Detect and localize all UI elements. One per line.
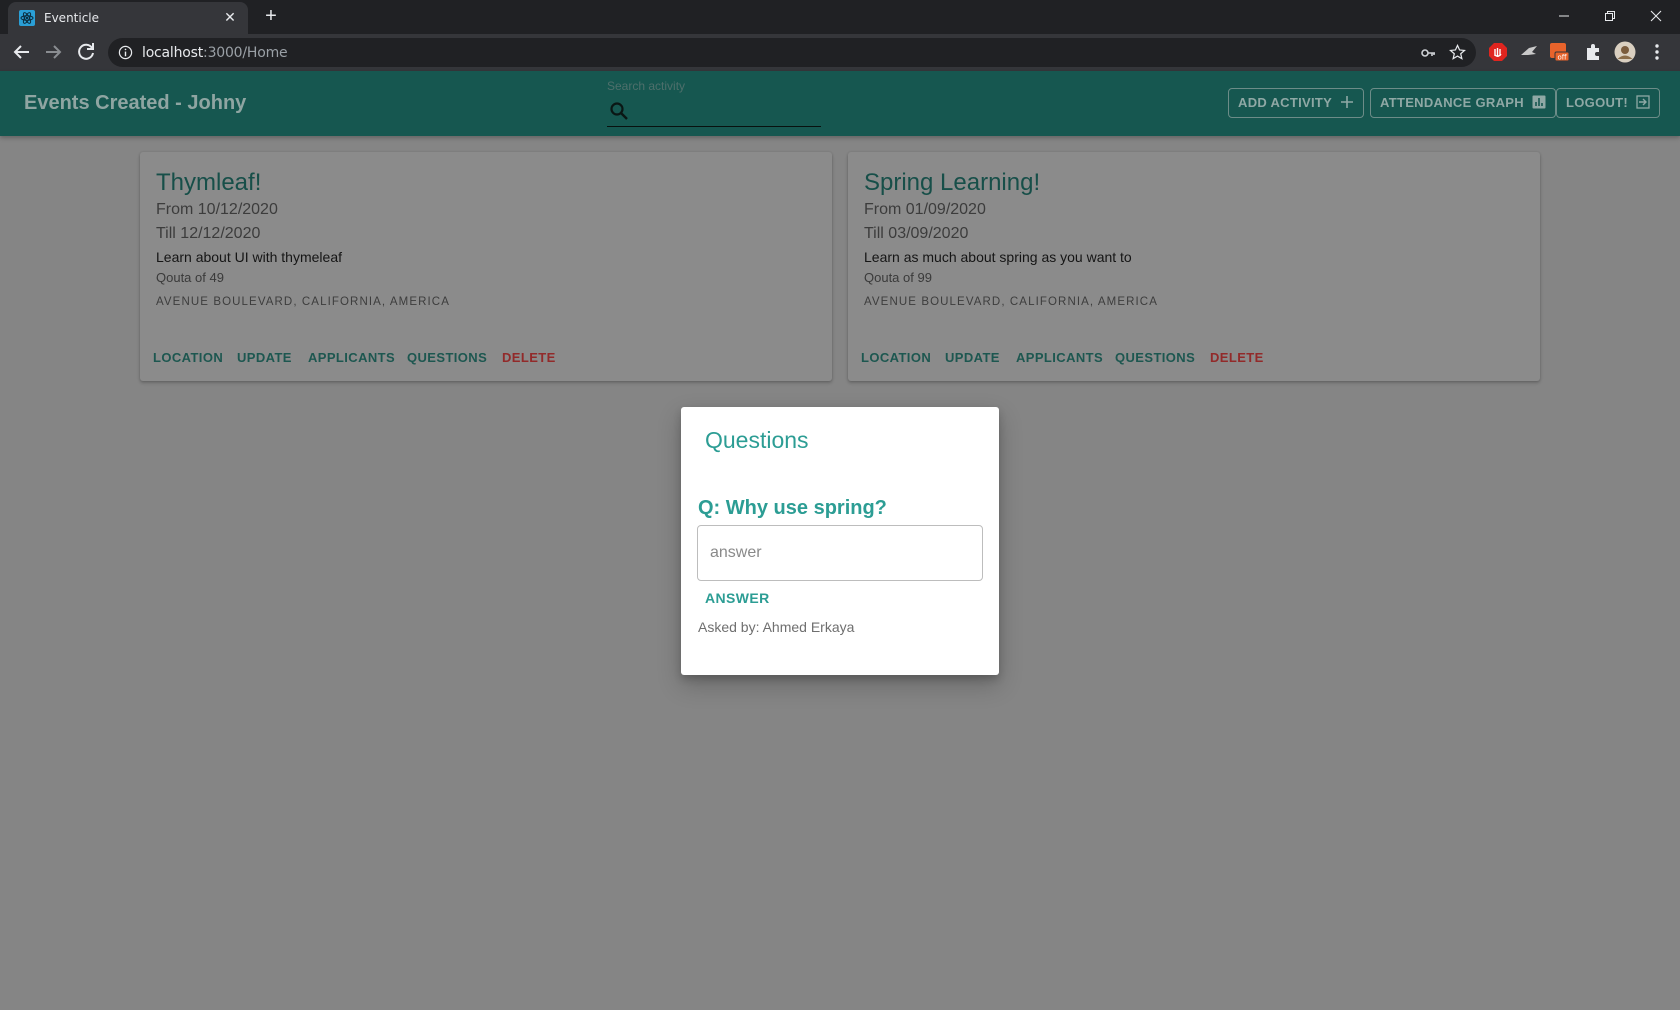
event-start-date: From 10/12/2020 <box>156 201 278 218</box>
bookmark-star-icon[interactable] <box>1449 44 1466 61</box>
address-bar[interactable]: localhost:3000/Home <box>108 38 1476 67</box>
event-end-date: Till 03/09/2020 <box>864 225 969 242</box>
close-window-icon[interactable] <box>1633 0 1679 30</box>
add-activity-button[interactable]: ADD ACTIVITY <box>1228 88 1365 118</box>
site-info-icon[interactable] <box>118 45 133 60</box>
event-card: Thymleaf! From 10/12/2020 Till 12/12/202… <box>140 152 832 381</box>
minimize-icon[interactable] <box>1541 0 1587 30</box>
search-label: Search activity <box>607 79 686 93</box>
search-underline <box>607 126 821 127</box>
event-location: AVENUE BOULEVARD, CALIFORNIA, AMERICA <box>156 296 450 308</box>
page-title: Events Created - Johny <box>24 92 247 114</box>
password-key-icon[interactable] <box>1420 45 1436 61</box>
search-input[interactable] <box>635 97 820 123</box>
event-card: Spring Learning! From 01/09/2020 Till 03… <box>848 152 1540 381</box>
questions-button[interactable]: QUESTIONS <box>407 350 487 365</box>
answer-field[interactable] <box>697 525 983 581</box>
new-tab-icon[interactable]: + <box>260 6 282 28</box>
event-title: Spring Learning! <box>864 169 1041 196</box>
back-arrow-icon[interactable] <box>10 40 34 64</box>
event-quota: Qouta of 99 <box>864 270 932 285</box>
add-activity-label: ADD ACTIVITY <box>1238 95 1333 110</box>
tab-title: Eventicle <box>44 11 100 25</box>
update-button[interactable]: UPDATE <box>945 350 1000 365</box>
extensions-puzzle-icon[interactable] <box>1583 42 1603 62</box>
bar-chart-icon <box>1532 95 1546 109</box>
question-text: Q: Why use spring? <box>698 497 887 519</box>
answer-input[interactable] <box>710 538 970 568</box>
search-icon <box>610 102 628 120</box>
app-header: Events Created - Johny Search activity A… <box>0 71 1680 136</box>
delete-button[interactable]: DELETE <box>1210 350 1264 365</box>
questions-dialog: Questions Q: Why use spring? ANSWER Aske… <box>681 407 999 675</box>
react-logo-icon <box>19 10 35 26</box>
event-start-date: From 01/09/2020 <box>864 201 986 218</box>
attendance-graph-button[interactable]: ATTENDANCE GRAPH <box>1370 88 1556 118</box>
browser-menu-icon[interactable] <box>1649 42 1665 62</box>
bird-extension-icon[interactable] <box>1519 42 1539 62</box>
profile-avatar-icon[interactable] <box>1614 41 1636 63</box>
browser-toolbar: localhost:3000/Home off <box>0 34 1680 71</box>
event-description: Learn as much about spring as you want t… <box>864 249 1132 265</box>
browser-tab[interactable]: Eventicle ✕ <box>8 2 248 34</box>
reload-icon[interactable] <box>74 40 98 64</box>
applicants-button[interactable]: APPLICANTS <box>1016 350 1103 365</box>
event-location: AVENUE BOULEVARD, CALIFORNIA, AMERICA <box>864 296 1158 308</box>
logout-label: LOGOUT! <box>1566 95 1629 110</box>
update-button[interactable]: UPDATE <box>237 350 292 365</box>
event-title: Thymleaf! <box>156 169 262 196</box>
delete-button[interactable]: DELETE <box>502 350 556 365</box>
adblock-extension-icon[interactable] <box>1488 42 1508 62</box>
off-badge-extension-icon[interactable]: off <box>1549 42 1569 62</box>
event-end-date: Till 12/12/2020 <box>156 225 261 242</box>
questions-button[interactable]: QUESTIONS <box>1115 350 1195 365</box>
location-button[interactable]: LOCATION <box>861 350 931 365</box>
forward-arrow-icon[interactable] <box>41 40 65 64</box>
asked-by-text: Asked by: Ahmed Erkaya <box>698 619 855 635</box>
answer-button[interactable]: ANSWER <box>705 590 770 606</box>
logout-button[interactable]: LOGOUT! <box>1556 88 1661 118</box>
location-button[interactable]: LOCATION <box>153 350 223 365</box>
svg-text:off: off <box>1557 54 1566 62</box>
applicants-button[interactable]: APPLICANTS <box>308 350 395 365</box>
event-description: Learn about UI with thymeleaf <box>156 249 342 265</box>
restore-icon[interactable] <box>1587 0 1633 30</box>
logout-icon <box>1636 95 1650 109</box>
event-quota: Qouta of 49 <box>156 270 224 285</box>
url-text: localhost:3000/Home <box>142 45 288 61</box>
attendance-graph-label: ATTENDANCE GRAPH <box>1380 95 1524 110</box>
close-tab-icon[interactable]: ✕ <box>222 9 238 25</box>
dialog-title: Questions <box>705 427 809 453</box>
browser-tab-bar: Eventicle ✕ + <box>0 0 1680 34</box>
plus-icon <box>1341 96 1354 108</box>
